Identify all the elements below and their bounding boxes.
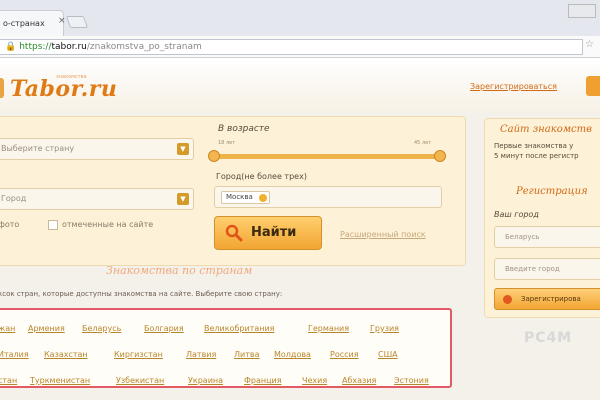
country-link[interactable]: Чехия: [302, 376, 327, 385]
country-link[interactable]: Грузия: [370, 324, 399, 333]
url-scheme: https://: [19, 42, 52, 52]
new-tab-button[interactable]: [65, 16, 89, 28]
country-link[interactable]: Киргизстан: [114, 350, 163, 359]
country-link[interactable]: Латвия: [186, 350, 216, 359]
online-checkbox[interactable]: [48, 220, 58, 230]
country-list: жан Армения Беларусь Болгария Великобрит…: [0, 308, 452, 388]
country-link[interactable]: стан: [0, 376, 17, 385]
extended-search-link[interactable]: Расширенный поиск: [340, 230, 426, 239]
country-link[interactable]: Армения: [28, 324, 65, 333]
url-host: tabor.ru: [51, 42, 87, 52]
page-content: Tabor.ru знакомства Зарегистрироваться В…: [0, 58, 600, 400]
find-button[interactable]: Найти: [214, 216, 322, 250]
registration-title: Регистрация: [516, 186, 588, 197]
register-link[interactable]: Зарегистрироваться: [470, 82, 557, 91]
city-field-placeholder: Введите город: [505, 265, 560, 273]
logo-tagline: знакомства: [56, 74, 87, 80]
city-select[interactable]: Город ▼: [0, 188, 194, 210]
country-select-value: Выберите страну: [1, 144, 75, 153]
online-checkbox-label: отмеченные на сайте: [62, 220, 154, 229]
close-icon[interactable]: ×: [58, 16, 66, 26]
age-slider[interactable]: [214, 154, 442, 159]
country-link[interactable]: Абхазия: [342, 376, 376, 385]
sidebar-text-line2: 5 минут после регистр: [494, 152, 579, 160]
sidebar-title: Сайт знакомств: [500, 124, 592, 135]
country-link[interactable]: Болгария: [144, 324, 184, 333]
register-button-label: Зарегистрирова: [521, 295, 581, 303]
chevron-down-icon: ▼: [177, 193, 189, 205]
country-link[interactable]: Туркменистан: [30, 376, 90, 385]
header-login-button[interactable]: [586, 76, 600, 96]
register-icon: [503, 295, 512, 304]
sidebar-text-line1: Первые знакомства у: [494, 142, 574, 150]
city-select-value: Город: [1, 194, 27, 203]
browser-tab[interactable]: о-странах: [0, 10, 64, 36]
window-controls[interactable]: [568, 4, 596, 18]
country-link[interactable]: Россия: [330, 350, 359, 359]
section-description: ксок стран, которые доступны знакомства …: [0, 290, 283, 298]
site-header: Tabor.ru знакомства Зарегистрироваться: [0, 58, 600, 112]
country-select[interactable]: Выберите страну ▼: [0, 138, 194, 160]
search-icon: [225, 224, 243, 242]
city-input[interactable]: Москва: [214, 186, 442, 208]
country-link[interactable]: Украина: [188, 376, 223, 385]
country-link[interactable]: Узбекистан: [116, 376, 164, 385]
age-slider-min-handle[interactable]: [208, 150, 220, 162]
country-link[interactable]: Молдова: [274, 350, 311, 359]
age-label: В возрасте: [218, 124, 270, 134]
country-link[interactable]: США: [378, 350, 398, 359]
address-bar[interactable]: 🔒 https://tabor.ru/znakomstva_po_stranam: [0, 39, 583, 55]
watermark: PC4M: [524, 330, 573, 346]
city-field[interactable]: Введите город: [494, 258, 600, 280]
lock-icon: 🔒: [5, 42, 17, 52]
tab-bar: о-странах ×: [0, 0, 600, 36]
city-field-label: Ваш город: [494, 210, 539, 219]
city-chip-label: Москва: [226, 193, 253, 201]
photo-checkbox-label: фото: [0, 220, 20, 229]
country-field-value: Беларусь: [505, 233, 540, 241]
country-link[interactable]: Италия: [0, 350, 29, 359]
address-bar-row: 🔒 https://tabor.ru/znakomstva_po_stranam …: [0, 36, 600, 58]
remove-chip-icon[interactable]: [258, 194, 267, 202]
country-link[interactable]: Беларусь: [82, 324, 121, 333]
country-link[interactable]: Франция: [244, 376, 282, 385]
city-label: Город(не более трех): [216, 172, 307, 181]
tab-title: о-странах: [3, 19, 45, 28]
country-link[interactable]: Казахстан: [44, 350, 88, 359]
country-link[interactable]: жан: [0, 324, 15, 333]
url-path: /znakomstva_po_stranam: [86, 42, 202, 52]
country-link[interactable]: Великобритания: [204, 324, 274, 333]
chevron-down-icon: ▼: [177, 143, 189, 155]
country-link[interactable]: Литва: [234, 350, 260, 359]
city-chip[interactable]: Москва: [221, 191, 270, 204]
browser-window: о-странах × 🔒 https://tabor.ru/znakomstva…: [0, 0, 600, 400]
logo-mark-icon: [0, 78, 4, 98]
section-title: Знакомства по странам: [106, 264, 253, 277]
country-field[interactable]: Беларусь: [494, 226, 600, 248]
country-link[interactable]: Эстония: [394, 376, 429, 385]
bookmark-star-icon[interactable]: ☆: [585, 39, 594, 50]
age-min-label: 18 лет: [218, 140, 236, 146]
age-max-label: 45 лет: [414, 140, 432, 146]
age-slider-max-handle[interactable]: [434, 150, 446, 162]
find-button-label: Найти: [251, 225, 297, 240]
country-link[interactable]: Германия: [308, 324, 349, 333]
register-button[interactable]: Зарегистрирова: [494, 288, 600, 310]
